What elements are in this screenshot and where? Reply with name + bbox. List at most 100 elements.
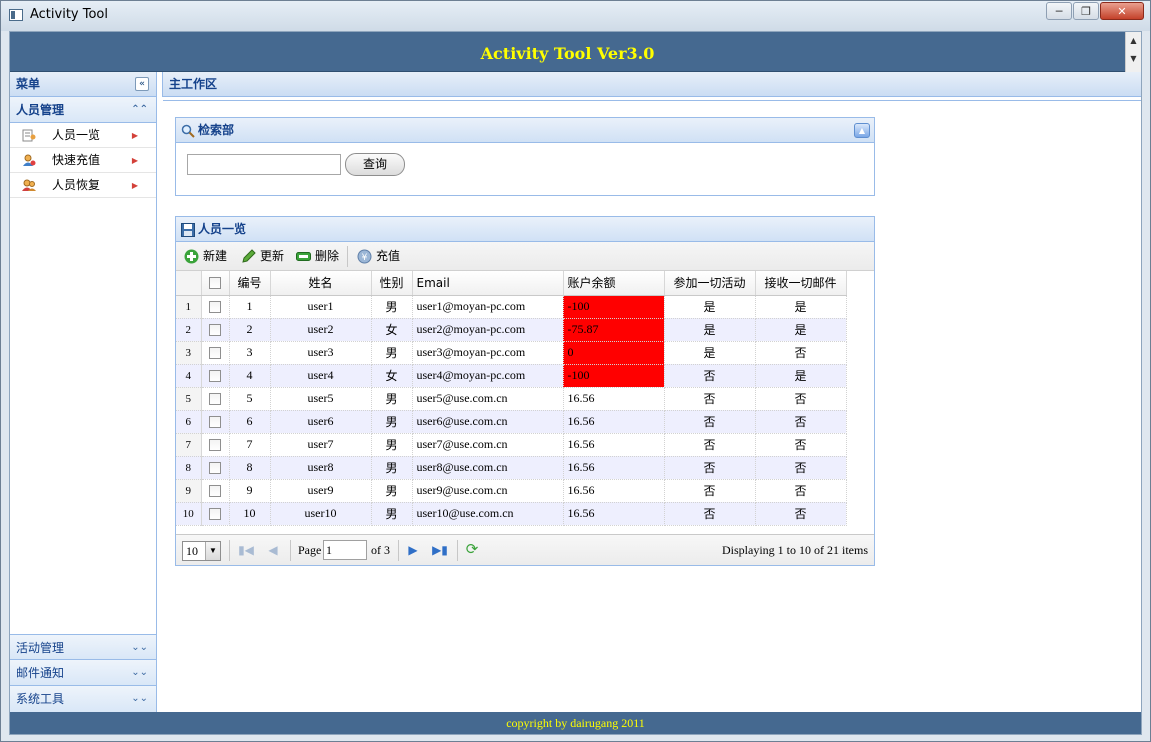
main-panel-header: 主工作区 [162,72,1141,97]
row-number: 4 [176,364,202,388]
cell-receive-all: 是 [755,295,847,319]
header-name[interactable]: 姓名 [270,271,372,296]
chevron-right-icon: ▶ [131,181,138,190]
toolbar-separator [347,246,348,267]
search-input[interactable] [187,154,341,175]
sidebar-item-quick-charge[interactable]: 快速充值 ▶ [10,148,156,173]
accordion-label: 系统工具 [16,692,65,706]
header-rownum [176,271,202,296]
refresh-icon[interactable]: ⟳ [464,542,480,558]
row-checkbox[interactable] [209,485,221,498]
cell-balance: 16.56 [563,410,665,434]
page-size-select[interactable]: 10 ▼ [182,541,221,561]
header-join-all[interactable]: 参加一切活动 [664,271,756,296]
collapse-sidebar-button[interactable]: « [135,77,149,91]
charge-button[interactable]: ¥ 充值 [357,246,400,267]
cell-id: 4 [229,364,271,388]
maximize-button[interactable]: ❐ [1073,2,1099,20]
scroll-up-icon[interactable]: ▲ [1126,32,1141,50]
double-chevron-up-icon: ⌃⌃ [131,104,148,115]
cell-receive-all: 是 [755,318,847,342]
title-bar[interactable]: Activity Tool ─ ❐ ✕ [1,1,1150,31]
collapse-panel-button[interactable]: ▲ [854,123,870,138]
sidebar-item-label: 快速充值 [52,153,101,167]
header-balance[interactable]: 账户余额 [563,271,665,296]
cell-name: user6 [270,410,372,434]
table-row[interactable]: 7 7 user7 男 user7@use.com.cn 16.56 否否 [176,433,847,457]
first-page-icon[interactable]: ▮◀ [238,542,254,558]
header-scrollbar[interactable]: ▲ ▼ [1125,32,1141,72]
row-select-cell [201,410,230,434]
table-row[interactable]: 3 3 user3 男 user3@moyan-pc.com 0 是否 [176,341,847,365]
row-select-cell [201,479,230,503]
select-all-checkbox[interactable] [209,277,221,290]
last-page-icon[interactable]: ▶▮ [432,542,448,558]
accordion-personnel[interactable]: 人员管理 ⌃⌃ [10,97,156,123]
cell-balance: 16.56 [563,502,665,526]
table-row[interactable]: 1 1 user1 男 user1@moyan-pc.com -100 是是 [176,295,847,319]
row-number: 9 [176,479,202,503]
row-checkbox[interactable] [209,462,221,475]
close-button[interactable]: ✕ [1100,2,1144,20]
window-controls: ─ ❐ ✕ [1045,2,1144,20]
row-select-cell [201,318,230,342]
row-checkbox[interactable] [209,508,221,521]
pagination-bar: 10 ▼ ▮◀ ◀ Page 1 of 3 ▶ ▶▮ ⟳ Displaying … [176,534,874,565]
header-id[interactable]: 编号 [229,271,271,296]
row-checkbox[interactable] [209,370,221,383]
header-receive-all[interactable]: 接收一切邮件 [755,271,847,296]
table-row[interactable]: 6 6 user6 男 user6@use.com.cn 16.56 否否 [176,410,847,434]
cell-name: user3 [270,341,372,365]
cell-gender: 女 [371,364,413,388]
sidebar-item-user-restore[interactable]: 人员恢复 ▶ [10,173,156,198]
row-checkbox[interactable] [209,347,221,360]
row-checkbox[interactable] [209,301,221,314]
new-button-label: 新建 [203,249,228,263]
cell-email: user4@moyan-pc.com [412,364,564,388]
sidebar-item-user-list[interactable]: 人员一览 ▶ [10,123,156,148]
accordion-label: 邮件通知 [16,666,65,680]
update-button[interactable]: 更新 [241,246,284,267]
search-panel-header: 检索部 ▲ [176,118,874,143]
table-row[interactable]: 4 4 user4 女 user4@moyan-pc.com -100 否是 [176,364,847,388]
minimize-button[interactable]: ─ [1046,2,1072,20]
accordion-activity-management[interactable]: 活动管理 ⌄⌄ [10,634,156,660]
table-row[interactable]: 2 2 user2 女 user2@moyan-pc.com -75.87 是是 [176,318,847,342]
cell-receive-all: 是 [755,364,847,388]
table-row[interactable]: 9 9 user9 男 user9@use.com.cn 16.56 否否 [176,479,847,503]
search-button[interactable]: 查询 [345,153,405,176]
row-checkbox[interactable] [209,416,221,429]
accordion-mail-notice[interactable]: 邮件通知 ⌄⌄ [10,660,156,686]
user-grid-header: 人员一览 [176,217,874,242]
update-button-label: 更新 [260,249,285,263]
app-header: Activity Tool Ver3.0 ▲ ▼ [10,32,1141,72]
cell-id: 1 [229,295,271,319]
page-number-input[interactable]: 1 [323,540,367,560]
next-page-icon[interactable]: ▶ [405,542,421,558]
row-select-cell [201,387,230,411]
app-title: Activity Tool Ver3.0 [480,44,655,63]
pager-separator [229,540,230,561]
cell-email: user1@moyan-pc.com [412,295,564,319]
chevron-right-icon: ▶ [131,131,138,140]
table-row[interactable]: 10 10 user10 男 user10@use.com.cn 16.56 否否 [176,502,847,526]
accordion-system-tools[interactable]: 系统工具 ⌄⌄ [10,686,156,712]
table-row[interactable]: 8 8 user8 男 user8@use.com.cn 16.56 否否 [176,456,847,480]
cell-email: user9@use.com.cn [412,479,564,503]
cell-join-all: 是 [664,341,756,365]
delete-button[interactable]: 删除 [296,246,339,267]
table-row[interactable]: 5 5 user5 男 user5@use.com.cn 16.56 否否 [176,387,847,411]
header-email[interactable]: Email [412,271,564,296]
prev-page-icon[interactable]: ◀ [265,542,281,558]
row-checkbox[interactable] [209,439,221,452]
cell-id: 5 [229,387,271,411]
row-checkbox[interactable] [209,393,221,406]
cell-gender: 男 [371,433,413,457]
scroll-down-icon[interactable]: ▼ [1126,50,1141,68]
cell-gender: 男 [371,341,413,365]
row-checkbox[interactable] [209,324,221,337]
new-button[interactable]: 新建 [184,246,227,267]
header-gender[interactable]: 性别 [371,271,413,296]
user-charge-icon [23,154,36,166]
page-label: Page [298,543,322,557]
